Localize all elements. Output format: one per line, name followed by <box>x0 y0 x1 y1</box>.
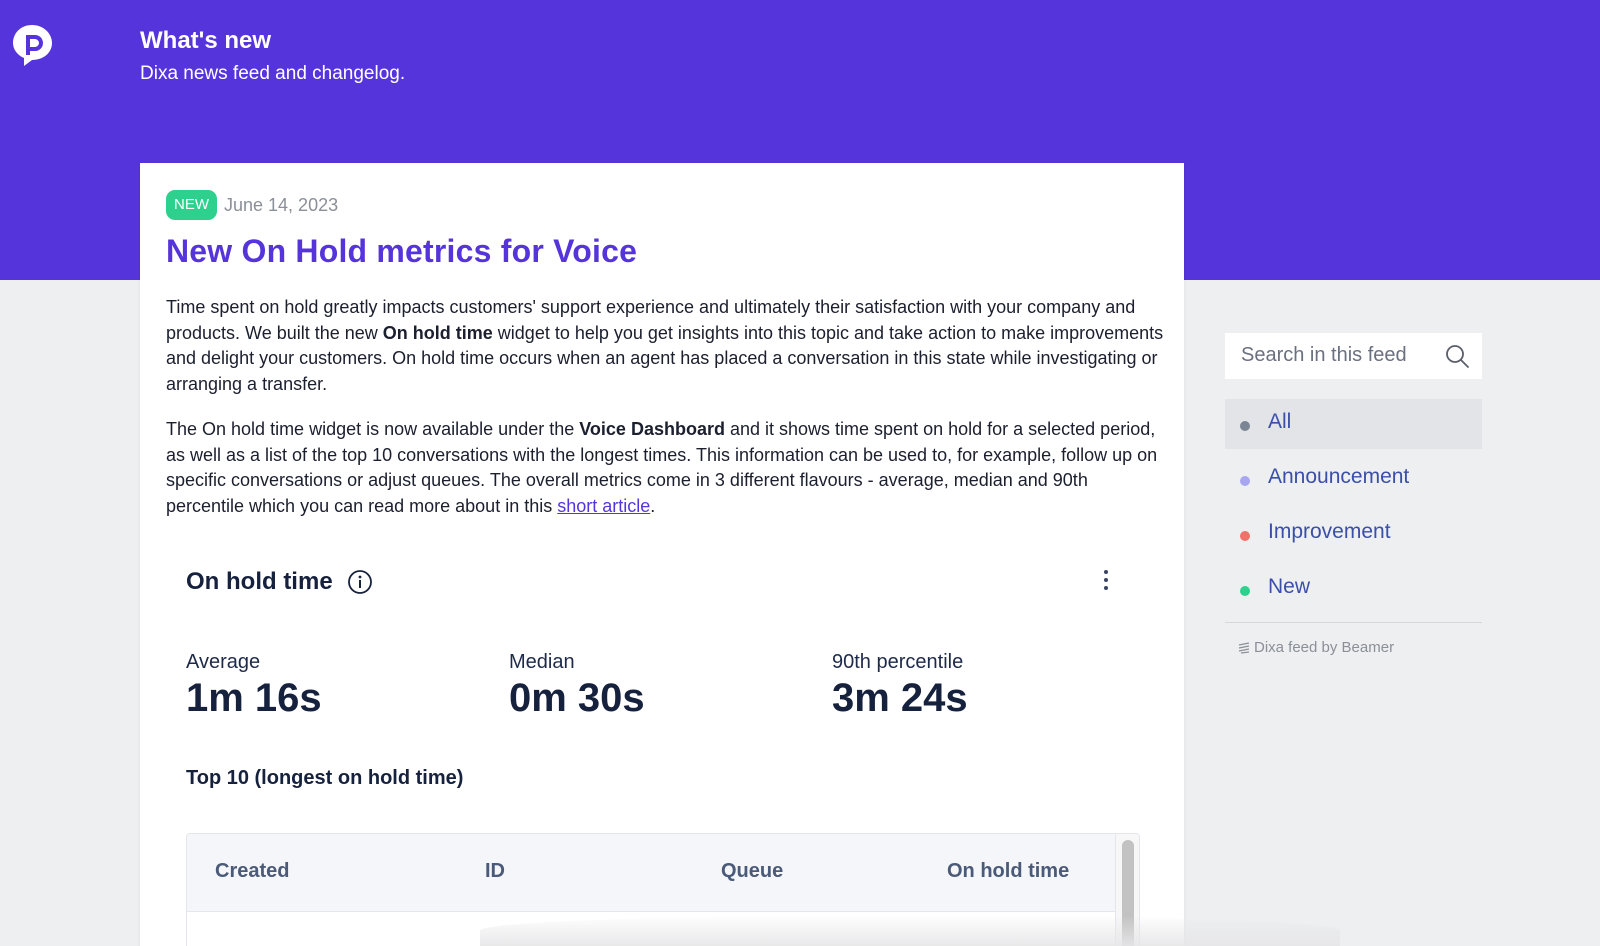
search-box <box>1225 333 1482 379</box>
search-input[interactable] <box>1241 344 1441 367</box>
bottom-shadow <box>480 915 1340 946</box>
widget-title-text: On hold time <box>186 568 333 595</box>
post-card: NEW June 14, 2023 New On Hold metrics fo… <box>140 163 1184 946</box>
filter-label: Improvement <box>1268 520 1391 543</box>
sidebar: All Announcement Improvement New Dixa fe… <box>1225 333 1482 656</box>
post-meta: NEW June 14, 2023 <box>166 190 338 220</box>
post-paragraph-1: Time spent on hold greatly impacts custo… <box>166 295 1166 397</box>
metric-value: 0m 30s <box>509 676 645 720</box>
info-icon[interactable] <box>347 569 373 595</box>
paragraph-text: The On hold time widget is now available… <box>166 419 580 439</box>
filter-new[interactable]: New <box>1225 564 1482 614</box>
filter-label: All <box>1268 410 1292 433</box>
table-header: Created ID Queue On hold time <box>187 834 1117 912</box>
post-paragraph-2: The On hold time widget is now available… <box>166 417 1166 519</box>
short-article-link[interactable]: short article <box>557 496 650 516</box>
paragraph-text: . <box>650 495 656 516</box>
widget-title: On hold time <box>186 568 373 596</box>
dixa-logo[interactable] <box>10 22 54 68</box>
category-dot <box>1240 531 1250 541</box>
paragraph-bold: Voice Dashboard <box>579 419 725 439</box>
search-icon[interactable] <box>1444 343 1470 369</box>
metric-value: 3m 24s <box>832 676 968 720</box>
page-subtitle: Dixa news feed and changelog. <box>140 63 406 84</box>
category-filter-list: All Announcement Improvement New <box>1225 399 1482 614</box>
category-dot <box>1240 586 1250 596</box>
post-date: June 14, 2023 <box>224 194 339 215</box>
filter-label: New <box>1268 575 1311 598</box>
new-badge[interactable]: NEW <box>166 190 217 220</box>
powered-by-text: Dixa feed by Beamer <box>1254 639 1395 656</box>
powered-by[interactable]: Dixa feed by Beamer <box>1238 639 1482 656</box>
metric-median: Median 0m 30s <box>509 651 645 721</box>
column-header-queue[interactable]: Queue <box>721 860 783 883</box>
category-dot <box>1240 476 1250 486</box>
post-title[interactable]: New On Hold metrics for Voice <box>166 233 637 270</box>
column-header-id[interactable]: ID <box>485 860 505 883</box>
metric-label: Average <box>186 651 261 673</box>
more-options-icon[interactable] <box>1096 567 1116 593</box>
page-title: What's new <box>140 27 272 54</box>
column-header-created[interactable]: Created <box>215 860 289 883</box>
metric-label: Median <box>509 651 575 673</box>
metric-average: Average 1m 16s <box>186 651 322 721</box>
filter-all[interactable]: All <box>1225 399 1482 449</box>
beamer-icon <box>1238 641 1250 654</box>
metric-90th-percentile: 90th percentile 3m 24s <box>832 651 968 721</box>
metric-label: 90th percentile <box>832 651 964 673</box>
filter-improvement[interactable]: Improvement <box>1225 509 1482 559</box>
paragraph-bold: On hold time <box>382 322 493 343</box>
category-dot <box>1240 421 1250 431</box>
sidebar-divider <box>1225 622 1482 623</box>
top10-title: Top 10 (longest on hold time) <box>186 767 464 789</box>
filter-announcement[interactable]: Announcement <box>1225 454 1482 504</box>
filter-label: Announcement <box>1268 465 1410 488</box>
column-header-on-hold-time[interactable]: On hold time <box>947 860 1069 883</box>
metric-value: 1m 16s <box>186 676 322 720</box>
